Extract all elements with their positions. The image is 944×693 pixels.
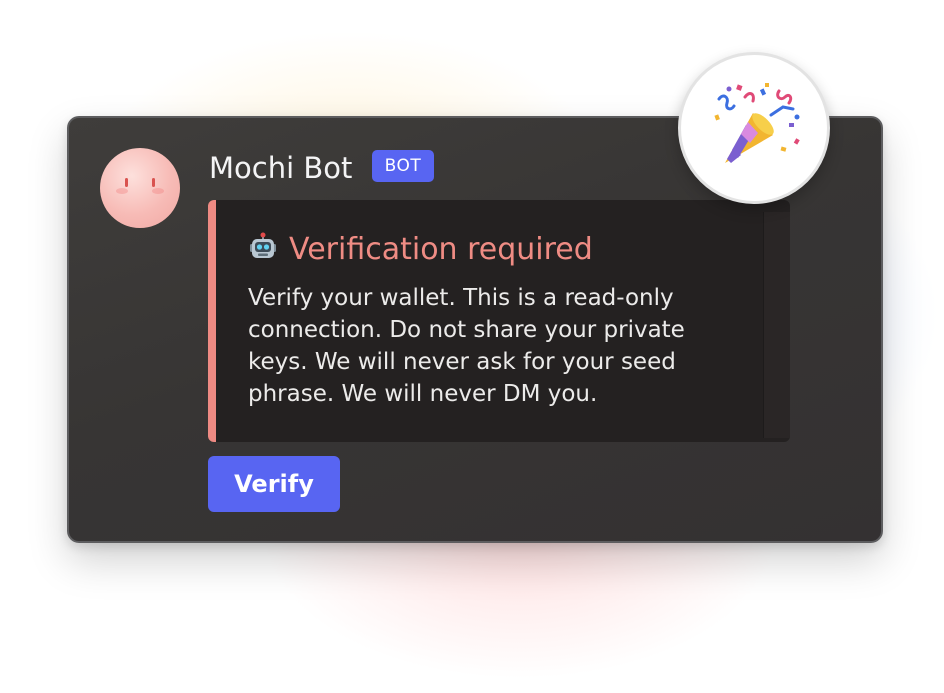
embed-title: Verification required: [289, 232, 593, 267]
avatar[interactable]: [100, 148, 180, 228]
stage: Mochi Bot BOT Verification required Veri…: [0, 0, 944, 693]
embed-accent-bar: [208, 200, 216, 442]
avatar-eye-right: [152, 178, 155, 187]
robot-icon: [248, 232, 278, 262]
embed: Verification required Verify your wallet…: [208, 200, 790, 442]
verify-button[interactable]: Verify: [208, 456, 340, 512]
bot-badge: BOT: [372, 150, 434, 182]
author-name[interactable]: Mochi Bot: [209, 148, 352, 188]
embed-description: Verify your wallet. This is a read-only …: [248, 285, 685, 407]
embed-scrollbar[interactable]: [763, 212, 790, 438]
avatar-eye-left: [125, 178, 128, 187]
avatar-blush-left: [116, 188, 128, 194]
reaction-badge[interactable]: [678, 52, 830, 204]
avatar-blush-right: [152, 188, 164, 194]
